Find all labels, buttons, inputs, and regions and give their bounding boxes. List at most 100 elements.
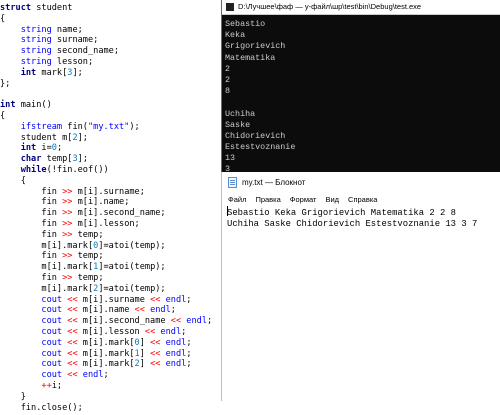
console-line: Estestvoznanie <box>225 142 296 153</box>
notepad-title-bar[interactable]: my.txt — Блокнот <box>222 172 500 193</box>
code-token: ]=atoi(temp); <box>98 240 166 251</box>
console-output: Sebastio Keka Grigorievich Matematika 2 2 8 Uch… <box>222 15 500 187</box>
notepad-line: Sebastio Keka Grigorievich Matematika 2 … <box>227 206 477 219</box>
code-token: << <box>150 294 161 305</box>
code-token: m[i].name <box>77 305 135 316</box>
code-token: fin.close(); <box>0 402 83 413</box>
code-token: temp; <box>72 229 104 240</box>
code-token: temp[ <box>41 154 73 165</box>
notepad-title: my.txt — Блокнот <box>242 178 306 187</box>
code-token: cout <box>0 337 63 348</box>
code-token: ] <box>139 348 151 359</box>
code-token: ; <box>207 316 213 327</box>
code-token: << <box>150 337 161 348</box>
code-token: cout <box>0 370 63 381</box>
code-token: << <box>62 316 78 327</box>
code-token: ; <box>186 337 192 348</box>
notepad-window[interactable]: my.txt — Блокнот Файл Правка Формат Вид … <box>221 172 500 401</box>
code-line: int main() <box>0 99 52 112</box>
console-app-icon <box>226 3 234 11</box>
code-line: struct student <box>0 2 72 15</box>
console-window[interactable]: D:\Лучшее\фаф — у-файл\шр\test\bin\Debug… <box>221 0 500 186</box>
code-token: >> <box>62 219 73 229</box>
code-token: ]; <box>77 154 88 165</box>
code-token: { <box>0 13 6 24</box>
menu-file[interactable]: Файл <box>228 193 246 207</box>
code-token: fin( <box>62 121 88 132</box>
code-token: >> <box>62 229 73 240</box>
code-token: ; <box>186 348 192 359</box>
code-token: endl <box>160 359 187 370</box>
code-token: }; <box>0 78 11 89</box>
code-token: endl <box>160 294 187 305</box>
code-token: { <box>0 111 6 121</box>
code-token: } <box>0 391 26 402</box>
code-token: ifstream <box>0 121 63 132</box>
console-line: 2 <box>225 74 231 85</box>
code-token: student m[ <box>0 132 73 143</box>
menu-format[interactable]: Формат <box>290 193 317 207</box>
code-token: >> <box>62 251 73 262</box>
code-token: << <box>62 327 78 337</box>
code-token: ; <box>170 305 176 316</box>
code-token: << <box>62 370 78 381</box>
code-token: << <box>62 348 78 359</box>
code-token: fin <box>0 273 63 283</box>
code-token: m[i].second_name; <box>72 208 166 219</box>
code-token: endl <box>144 305 171 316</box>
code-token: << <box>134 305 145 316</box>
code-token: string <box>0 24 52 35</box>
code-token: << <box>62 359 78 370</box>
code-token: fin <box>0 219 63 229</box>
console-line: 8 <box>225 86 231 97</box>
code-token: { <box>0 175 26 186</box>
code-token: m[i].second_name <box>77 316 171 327</box>
console-line: Matematika <box>225 52 276 63</box>
console-line: Saske <box>225 119 251 130</box>
code-token: << <box>62 337 78 348</box>
code-token: fin <box>0 197 63 208</box>
code-token: m[i].mark[ <box>77 348 135 359</box>
code-token: >> <box>62 186 73 197</box>
code-token: cout <box>0 327 63 337</box>
code-token: ; <box>186 359 192 370</box>
code-token: ; <box>103 370 109 381</box>
code-token: name; <box>51 24 83 35</box>
notepad-line-text: Sebastio Keka Grigorievich Matematika 2 … <box>227 208 457 218</box>
code-token: m[i].mark[ <box>77 337 135 348</box>
code-token: while <box>0 165 47 175</box>
code-token: string <box>0 57 52 67</box>
code-token: lesson; <box>51 57 94 67</box>
code-token: temp; <box>72 251 104 262</box>
code-token: "my.txt" <box>87 121 130 132</box>
menu-view[interactable]: Вид <box>325 193 339 207</box>
code-token: m[i].surname <box>77 294 151 305</box>
code-token: cout <box>0 348 63 359</box>
code-line: fin.close(); <box>0 402 83 415</box>
code-token: int <box>0 67 37 78</box>
code-token: fin <box>0 186 63 197</box>
code-token: endl <box>160 337 187 348</box>
code-token: << <box>170 316 182 327</box>
code-token: << <box>62 305 78 316</box>
code-token: ; <box>186 294 192 305</box>
code-token: >> <box>62 273 73 283</box>
code-line: int mark[3]; <box>0 67 83 80</box>
code-token: endl <box>77 370 104 381</box>
code-token: i= <box>36 143 52 154</box>
code-token: (!fin.eof()) <box>46 165 109 175</box>
menu-help[interactable]: Справка <box>348 193 377 207</box>
console-line: Grigorievich <box>225 41 286 52</box>
notepad-line: Uchiha Saske Chidorievich Estestvoznanie… <box>227 219 477 230</box>
console-title-bar[interactable]: D:\Лучшее\фаф — у-файл\шр\test\bin\Debug… <box>222 0 500 15</box>
code-token: ] <box>139 359 151 370</box>
code-token: fin <box>0 251 63 262</box>
notepad-text-area[interactable]: Sebastio Keka Grigorievich Matematika 2 … <box>227 206 477 230</box>
code-token: m[i].mark[ <box>0 240 94 251</box>
code-line: }; <box>0 78 10 91</box>
code-token: m[i].surname; <box>72 186 145 197</box>
menu-edit[interactable]: Правка <box>255 193 280 207</box>
code-token: ]=atoi(temp); <box>98 262 166 273</box>
code-token: ; <box>56 143 63 154</box>
